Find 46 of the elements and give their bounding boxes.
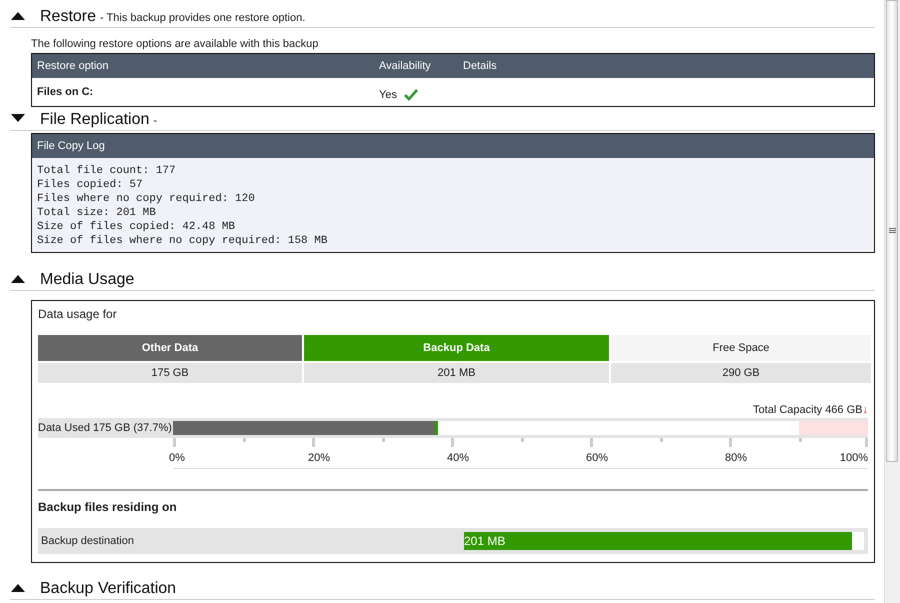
- down-arrow-icon: ↓: [862, 404, 868, 416]
- triangle-up-icon[interactable]: [10, 583, 26, 592]
- triangle-down-icon[interactable]: [10, 114, 26, 123]
- log-line: Total size: 201 MB: [37, 206, 157, 220]
- usage-value: 290 GB: [611, 363, 871, 383]
- triangle-up-icon[interactable]: [10, 274, 26, 283]
- section-title: File Replication: [40, 111, 150, 129]
- usage-header: Backup Data: [304, 335, 609, 361]
- destination-fill: 201 MB: [464, 532, 852, 550]
- log-line: Files where no copy required: 120: [37, 192, 256, 206]
- residing-title: Backup files residing on: [38, 500, 178, 514]
- section-subtitle: - This backup provides one restore option.: [100, 12, 306, 24]
- axis-label: 60%: [586, 452, 608, 464]
- scroll-thumb[interactable]: [886, 0, 898, 462]
- usage-header: Free Space: [611, 335, 871, 361]
- scrollbar[interactable]: [884, 0, 900, 603]
- axis-label: 80%: [725, 452, 748, 464]
- section-title: Backup Verification: [40, 580, 176, 598]
- log-line: Size of files copied: 42.48 MB: [37, 220, 236, 234]
- axis-label: 0%: [169, 452, 185, 464]
- column-header: Details: [463, 60, 498, 72]
- section-subtitle: -: [153, 115, 158, 127]
- section-title: Media Usage: [40, 271, 134, 289]
- usage-value: 201 MB: [304, 363, 609, 383]
- capacity-label: Total Capacity 466 GB: [753, 404, 862, 416]
- usage-value: 175 GB: [38, 363, 302, 383]
- log-line: Size of files where no copy required: 158 MB: [37, 234, 328, 248]
- axis-label: 20%: [308, 452, 330, 464]
- caption: Data usage for: [38, 307, 118, 321]
- section-title: Restore: [40, 8, 96, 26]
- warning-zone: [798, 421, 868, 435]
- axis-label: 100%: [840, 452, 868, 464]
- destination-label: Backup destination: [41, 535, 135, 547]
- intro-text: The following restore options are available with this backup: [31, 38, 320, 50]
- table-cell: Yes: [379, 89, 397, 101]
- table-cell-text: Files on C:: [37, 86, 94, 98]
- data-used-label: Data Used 175 GB (37.7%): [38, 422, 173, 434]
- triangle-up-icon[interactable]: [10, 11, 26, 20]
- column-header: Availability: [379, 60, 432, 72]
- log-title: File Copy Log: [32, 134, 874, 158]
- grip-icon: [888, 228, 896, 234]
- usage-header: Other Data: [38, 335, 302, 361]
- log-line: Total file count: 177: [37, 164, 177, 178]
- column-header: Restore option: [37, 60, 110, 72]
- log-line: Files copied: 57: [37, 178, 144, 192]
- axis-label: 40%: [447, 452, 470, 464]
